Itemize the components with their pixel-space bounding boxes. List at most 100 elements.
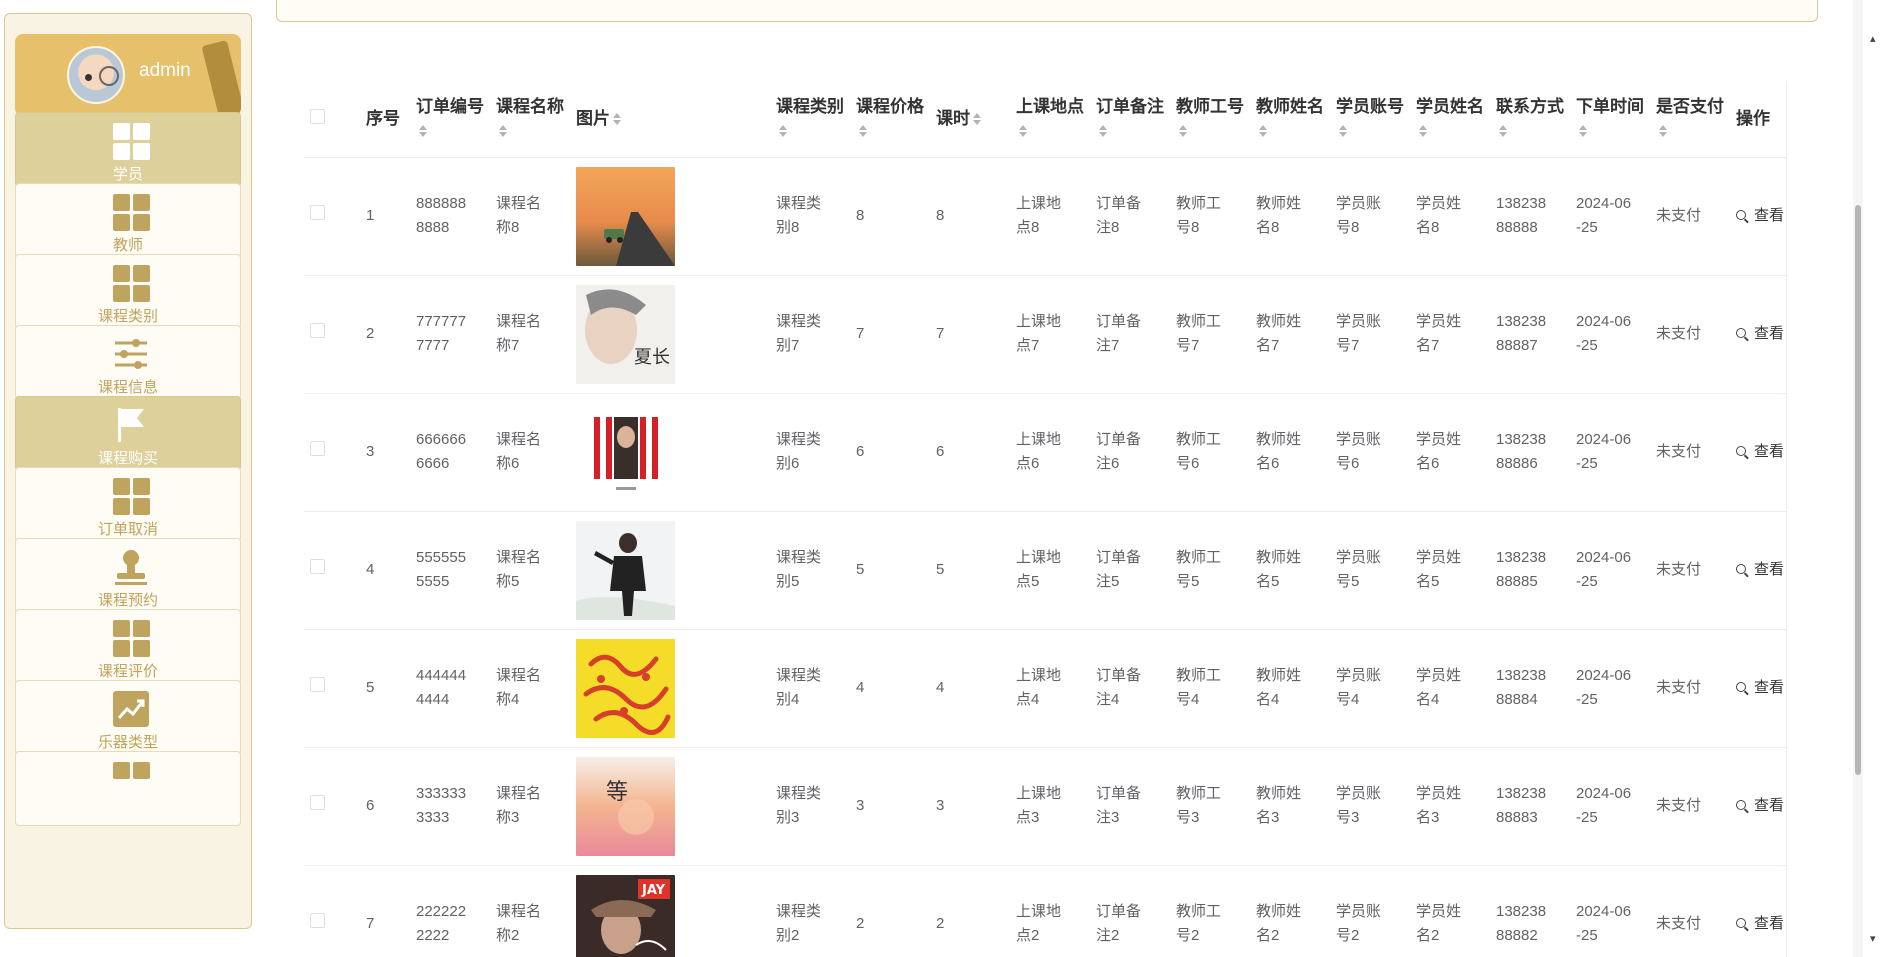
row-checkbox[interactable] bbox=[310, 323, 325, 338]
col-location[interactable]: 上课地点 bbox=[1010, 82, 1090, 158]
cell-text: 称4 bbox=[496, 691, 520, 708]
col-student-name[interactable]: 学员姓名 bbox=[1410, 82, 1490, 158]
table-row[interactable]: 5 444444 4444 课程名 称4 课程类 别4 4 4 上课地 点4 订单备 注4 教师工 号4 教师… bbox=[304, 629, 1786, 748]
view-button[interactable]: 查看 bbox=[1736, 679, 1784, 696]
sidebar-item-1[interactable]: 教师 bbox=[15, 183, 241, 258]
sidebar-item-7[interactable]: 课程评价 bbox=[15, 609, 241, 684]
sort-icon[interactable] bbox=[973, 113, 982, 126]
sidebar-item-0[interactable]: 学员 bbox=[15, 112, 241, 187]
col-phone[interactable]: 联系方式 bbox=[1490, 82, 1570, 158]
sidebar-item-8[interactable]: 乐器类型 bbox=[15, 680, 241, 755]
select-all-checkbox[interactable] bbox=[310, 109, 325, 125]
image-cell: 等 bbox=[570, 747, 770, 866]
col-course-name[interactable]: 课程名称 bbox=[490, 82, 570, 158]
sort-icon[interactable] bbox=[1339, 125, 1348, 138]
sort-icon[interactable] bbox=[499, 125, 508, 138]
table-row[interactable]: 2 777777 7777 课程名 称7 夏长 课程类 别7 7 7 上课地 点7 订单备 注7 教师工 号7… bbox=[304, 275, 1786, 394]
sort-icon[interactable] bbox=[859, 125, 868, 138]
sidebar-item-6[interactable]: 课程预约 bbox=[15, 538, 241, 613]
sort-icon[interactable] bbox=[613, 113, 622, 126]
col-price[interactable]: 课程价格 bbox=[850, 82, 930, 158]
sort-icon[interactable] bbox=[1499, 125, 1508, 138]
cell-text: 1 bbox=[366, 207, 375, 224]
sort-icon[interactable] bbox=[1659, 125, 1668, 138]
col-index[interactable]: 序号 bbox=[360, 82, 410, 158]
price-cell: 8 bbox=[850, 157, 930, 276]
scroll-up-icon[interactable]: ▴ bbox=[1870, 32, 1876, 45]
cell-text: 4444 bbox=[416, 691, 450, 708]
sidebar-item-more[interactable] bbox=[15, 751, 241, 826]
scroll-down-icon[interactable]: ▾ bbox=[1870, 932, 1876, 945]
col-category[interactable]: 课程类别 bbox=[770, 82, 850, 158]
row-checkbox[interactable] bbox=[310, 913, 325, 928]
sidebar-item-4[interactable]: 课程购买 bbox=[15, 396, 241, 471]
course-thumbnail[interactable]: 等 bbox=[576, 756, 764, 856]
cell-text: 点3 bbox=[1016, 809, 1040, 826]
sort-icon[interactable] bbox=[1419, 125, 1428, 138]
view-button[interactable]: 查看 bbox=[1736, 325, 1784, 342]
grid-icon bbox=[112, 122, 150, 160]
select-cell bbox=[304, 393, 360, 512]
table-row[interactable]: 6 333333 3333 课程名 称3 等课程类 别3 3 3 上课地 点3 订单备 注3 教师工 号3 教… bbox=[304, 747, 1786, 866]
header-label: 课程价格 bbox=[856, 97, 924, 118]
sort-icon[interactable] bbox=[1579, 125, 1588, 138]
scrollbar-thumb[interactable] bbox=[1855, 205, 1861, 775]
order-no-cell: 333333 3333 bbox=[410, 747, 490, 866]
cell-text: 课程类 bbox=[776, 785, 822, 802]
order-no-cell: 666666 6666 bbox=[410, 393, 490, 512]
col-paid[interactable]: 是否支付 bbox=[1650, 82, 1730, 158]
col-teacher-name[interactable]: 教师姓名 bbox=[1250, 82, 1330, 158]
sort-icon[interactable] bbox=[1179, 125, 1188, 138]
phone-cell: 138238 88883 bbox=[1490, 747, 1570, 866]
view-button[interactable]: 查看 bbox=[1736, 443, 1784, 460]
course-thumbnail[interactable] bbox=[576, 402, 764, 502]
row-checkbox[interactable] bbox=[310, 441, 325, 456]
cell-text: 别3 bbox=[776, 809, 800, 826]
cell-text: 上课地 bbox=[1016, 903, 1062, 920]
cell-text: 2024-06 bbox=[1576, 313, 1632, 330]
search-icon bbox=[1736, 800, 1746, 810]
course-thumbnail[interactable] bbox=[576, 638, 764, 738]
row-checkbox[interactable] bbox=[310, 559, 325, 574]
sidebar-item-2[interactable]: 课程类别 bbox=[15, 254, 241, 329]
sort-icon[interactable] bbox=[779, 125, 788, 138]
header-label: 上课地点 bbox=[1016, 97, 1084, 118]
cell-text: 学员姓 bbox=[1416, 431, 1462, 448]
course-thumbnail[interactable] bbox=[576, 166, 764, 266]
table-row[interactable]: 4 555555 5555 课程名 称5 课程类 别5 5 5 上课地 点5 订单备 注5 教师工 号5 教师… bbox=[304, 511, 1786, 630]
view-button[interactable]: 查看 bbox=[1736, 915, 1784, 932]
cell-text: 上课地 bbox=[1016, 667, 1062, 684]
sort-icon[interactable] bbox=[419, 125, 428, 138]
table-row[interactable]: 3 666666 6666 课程名 称6 课程类 别6 6 6 上课地 点6 订单备 注6 教师工 号6 教师… bbox=[304, 393, 1786, 512]
col-hours[interactable]: 课时 bbox=[930, 82, 1010, 158]
col-image[interactable]: 图片 bbox=[570, 82, 770, 158]
sort-icon[interactable] bbox=[1259, 125, 1268, 138]
course-thumbnail[interactable]: 夏长 bbox=[576, 284, 764, 384]
avatar[interactable] bbox=[67, 46, 125, 104]
sort-icon[interactable] bbox=[1099, 125, 1108, 138]
table-row[interactable]: 1 888888 8888 课程名 称8 课程类 别8 8 8 上课地 点8 订单备 注8 教师工 号8 教师… bbox=[304, 157, 1786, 276]
table-row[interactable]: 7 222222 2222 课程名 称2 JAY 课程类 别2 2 2 上课地 点2 订单备 注2 教师工号… bbox=[304, 865, 1786, 957]
col-teacher-id[interactable]: 教师工号 bbox=[1170, 82, 1250, 158]
col-order-time[interactable]: 下单时间 bbox=[1570, 82, 1650, 158]
row-checkbox[interactable] bbox=[310, 205, 325, 220]
sidebar-item-5[interactable]: 订单取消 bbox=[15, 467, 241, 542]
cell-text: 666666 bbox=[416, 431, 467, 448]
cell-text: 号5 bbox=[1176, 573, 1200, 590]
course-thumbnail[interactable]: JAY bbox=[576, 874, 764, 957]
col-order-no[interactable]: 订单编号 bbox=[410, 82, 490, 158]
course-thumbnail[interactable] bbox=[576, 520, 764, 620]
sidebar-item-3[interactable]: 课程信息 bbox=[15, 325, 241, 400]
header-label: 订单备注 bbox=[1096, 97, 1164, 118]
row-checkbox[interactable] bbox=[310, 677, 325, 692]
col-remark[interactable]: 订单备注 bbox=[1090, 82, 1170, 158]
grid-cell bbox=[113, 498, 130, 515]
cell-text: 别7 bbox=[776, 337, 800, 354]
view-button[interactable]: 查看 bbox=[1736, 561, 1784, 578]
cell-text: 点2 bbox=[1016, 927, 1040, 944]
row-checkbox[interactable] bbox=[310, 795, 325, 810]
view-button[interactable]: 查看 bbox=[1736, 797, 1784, 814]
view-button[interactable]: 查看 bbox=[1736, 207, 1784, 224]
sort-icon[interactable] bbox=[1019, 125, 1028, 138]
col-student-account[interactable]: 学员账号 bbox=[1330, 82, 1410, 158]
